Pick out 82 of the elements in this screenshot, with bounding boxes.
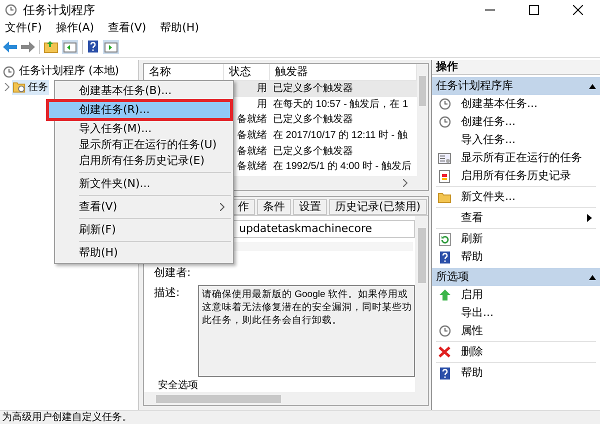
folder-icon [438, 192, 451, 202]
action-item[interactable]: 属性 [432, 322, 600, 340]
table-cell-text: 已定义多个触发器 [272, 82, 353, 96]
table-cell-text: 备就绪 [237, 160, 267, 174]
action-item[interactable]: 新文件夹... [432, 188, 600, 206]
menu-item[interactable]: 刷新(F) [55, 222, 233, 238]
field-label: 描述: [154, 285, 181, 301]
table-cell-text: 已定义多个触发器 [272, 112, 353, 128]
table-cell-text: 备就绪 [237, 112, 267, 128]
show-pane-icon[interactable] [103, 40, 119, 54]
action-item[interactable]: 启用 [432, 286, 600, 304]
window-title: 任务计划程序 [23, 2, 95, 19]
tab[interactable]: 条件 [257, 199, 291, 215]
action-item[interactable]: 帮助 [432, 364, 600, 382]
section-label: 安全选项 [157, 380, 199, 392]
action-item[interactable]: 删除 [432, 343, 600, 361]
section-header[interactable]: 所选项 [432, 268, 600, 286]
table-cell-text: 备就绪 [237, 144, 267, 159]
action-item[interactable]: 创建基本任务... [432, 95, 600, 113]
table-cell-text: 备就绪 [237, 128, 267, 144]
close-icon[interactable] [573, 5, 583, 15]
action-item[interactable]: 显示所有正在运行的任务 [432, 149, 600, 167]
vertical-scrollbar[interactable] [417, 64, 428, 176]
action-item[interactable]: 启用所有任务历史记录 [432, 167, 600, 185]
window-list-icon [438, 152, 451, 164]
tab[interactable]: 设置 [293, 199, 327, 215]
collapse-icon[interactable] [589, 274, 596, 280]
help-icon [87, 40, 99, 53]
scroll-right-icon[interactable] [403, 179, 408, 187]
submenu-arrow-icon [587, 214, 592, 222]
field-label: 创建者: [154, 265, 191, 279]
refresh-icon [438, 232, 450, 246]
forward-icon[interactable] [21, 40, 35, 52]
action-item[interactable]: 导入任务... [432, 131, 600, 149]
action-item[interactable]: 导出... [432, 304, 600, 322]
menu-item[interactable]: 查看(V) [108, 20, 146, 36]
action-item[interactable]: 创建任务... [432, 113, 600, 131]
menu-item[interactable]: 帮助(H) [160, 20, 199, 36]
menu-item[interactable]: 启用所有任务历史记录(E) [55, 153, 233, 169]
menu-item[interactable]: 文件(F) [5, 20, 42, 36]
clock-icon [438, 325, 450, 337]
vertical-scrollbar[interactable] [415, 216, 428, 392]
table-cell-text: 用 [257, 82, 267, 96]
table-cell-text: 在 2017/10/17 的 12:11 时 - 触 [272, 128, 408, 144]
task-clock-icon [438, 98, 450, 110]
tab[interactable]: 历史记录(已禁用) [329, 199, 427, 215]
action-item[interactable]: 刷新 [432, 230, 600, 248]
table-cell-text: 用 [257, 98, 267, 112]
menu-item[interactable]: 显示所有正在运行的任务(U) [55, 137, 233, 153]
maximize-icon[interactable] [529, 5, 539, 15]
status-text: 为高级用户创建自定义任务。 [1, 410, 132, 424]
tree-item[interactable]: 任务计划程序 (本地) [0, 64, 138, 79]
menu-item[interactable]: 创建任务(R)... [49, 102, 230, 118]
back-icon[interactable] [3, 40, 17, 52]
log-icon [439, 170, 450, 182]
up-arrow-icon [438, 289, 450, 301]
collapse-icon[interactable] [589, 84, 596, 88]
table-cell-text: 在每天的 10:57 - 触发后，在 1 [272, 98, 408, 112]
action-item[interactable]: 查看 [432, 209, 600, 227]
help-icon [438, 250, 450, 264]
action-item[interactable]: 帮助 [432, 248, 600, 266]
description-field[interactable]: 请确保使用最新版的 Google 软件。如果停用或 这意味着无法修复潜在的安全漏洞，同时某些功 此任务，则此任务会自行卸载。 [198, 285, 415, 377]
menu-item[interactable]: 导入任务(M)... [55, 121, 233, 137]
collapsed-chevron-icon[interactable] [4, 83, 10, 91]
pane-header: 操作 [432, 60, 600, 75]
menu-item[interactable]: 查看(V) [55, 199, 233, 215]
delete-icon [438, 346, 451, 358]
help-icon [438, 366, 450, 380]
menu-item[interactable]: 帮助(H) [55, 245, 233, 261]
table-cell-text: 已定义多个触发器 [272, 144, 353, 159]
menu-item[interactable]: 操作(A) [56, 20, 94, 36]
tab[interactable]: 作 [232, 199, 255, 215]
table-cell-text: 在 1992/5/1 的 4:00 时 - 触发后 [272, 160, 412, 174]
up-folder-icon[interactable] [44, 40, 58, 53]
clock-icon [438, 116, 450, 128]
app-icon [5, 4, 17, 16]
folder-clock-icon [13, 81, 26, 93]
show-pane-icon[interactable] [62, 40, 78, 54]
menu-item[interactable]: 新文件夹(N)... [55, 176, 233, 192]
clock-icon [3, 66, 15, 78]
section-header[interactable]: 任务计划程序库 [432, 77, 600, 95]
tree-item[interactable]: 任务 [12, 80, 49, 94]
